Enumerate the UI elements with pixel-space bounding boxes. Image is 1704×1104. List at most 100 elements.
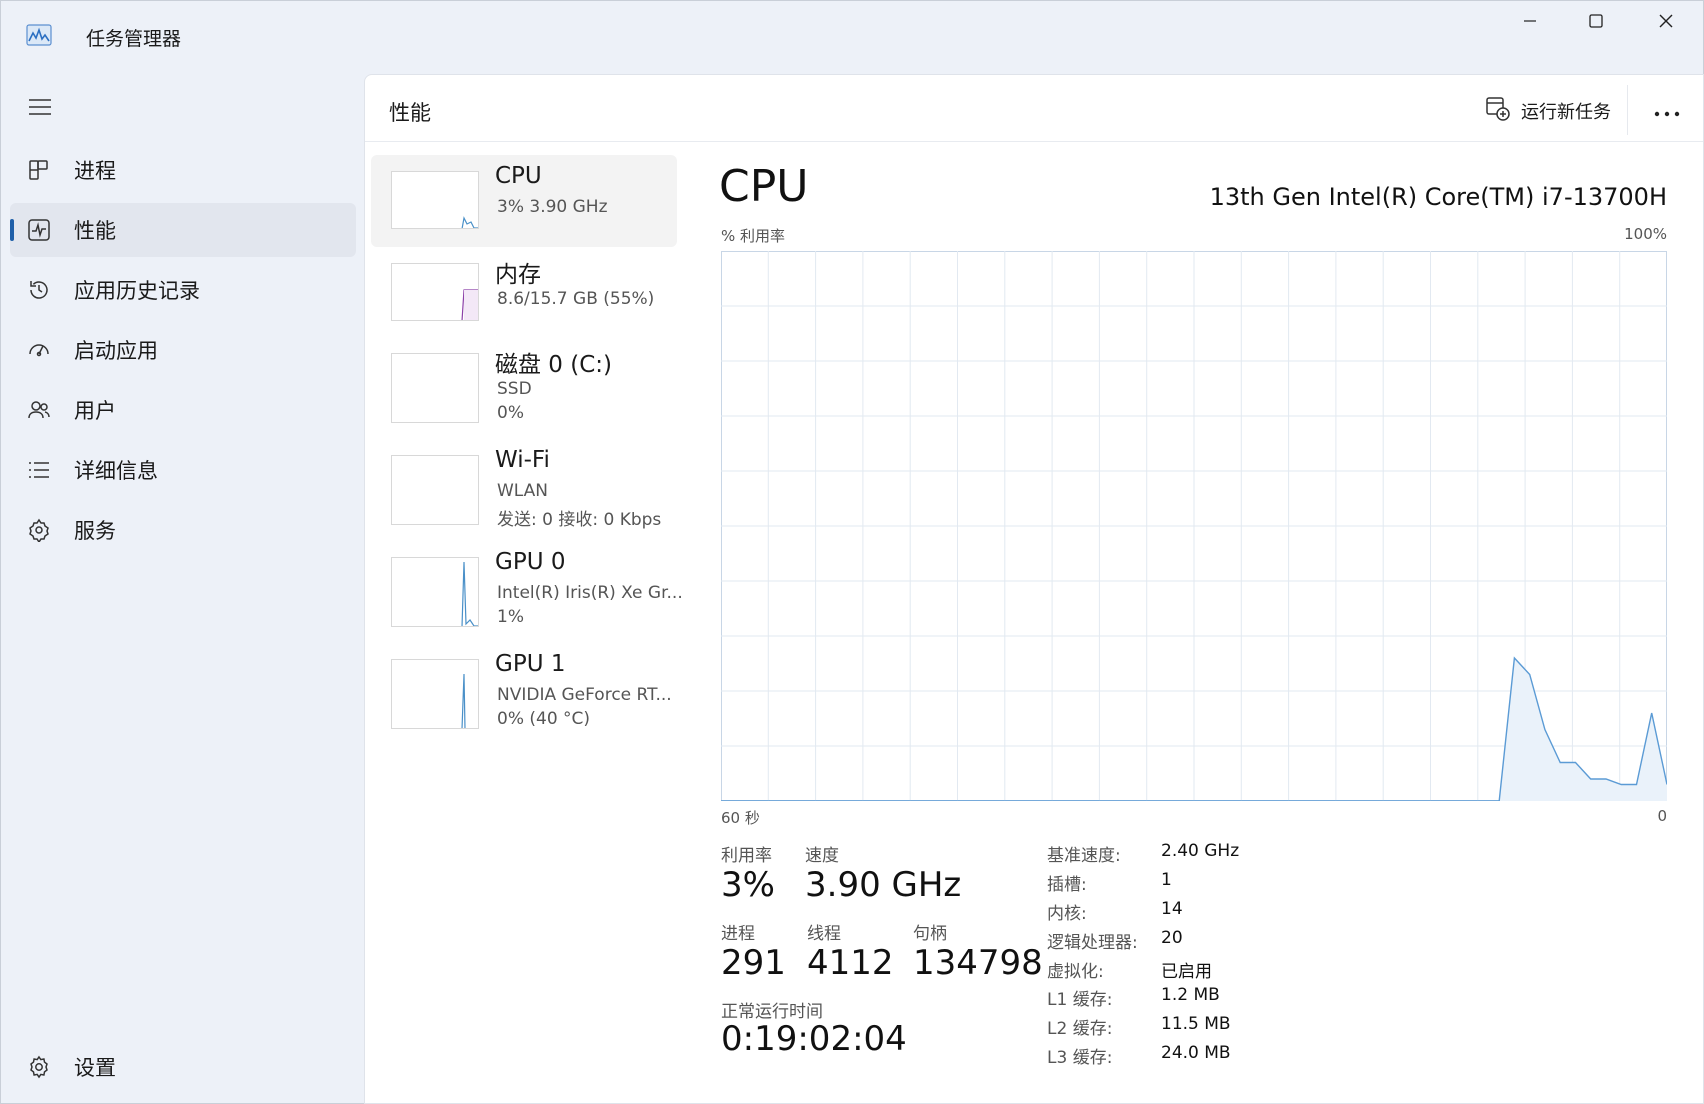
x-axis-right-label: 0 bbox=[1657, 807, 1667, 825]
info-value: 11.5 MB bbox=[1161, 1014, 1231, 1034]
device-title: 磁盘 0 (C:) bbox=[495, 352, 613, 378]
device-cpu[interactable]: CPU 3% 3.90 GHz bbox=[371, 155, 677, 247]
device-disk[interactable]: 磁盘 0 (C:) SSD 0% bbox=[371, 337, 677, 437]
history-icon bbox=[26, 277, 52, 303]
device-subtitle: WLAN bbox=[497, 481, 549, 501]
device-title: 内存 bbox=[495, 262, 541, 288]
info-label: 基准速度: bbox=[1047, 846, 1121, 866]
nav-label-settings: 设置 bbox=[74, 1056, 116, 1080]
info-label: 内核: bbox=[1047, 904, 1087, 924]
device-gpu0[interactable]: GPU 0 Intel(R) Iris(R) Xe Gr... 1% bbox=[371, 541, 683, 641]
close-button[interactable] bbox=[1634, 6, 1698, 40]
header-separator bbox=[365, 141, 1703, 142]
hamburger-menu-button[interactable] bbox=[24, 96, 56, 122]
minimize-icon bbox=[1522, 13, 1538, 33]
device-title: GPU 0 bbox=[495, 549, 566, 575]
device-memory[interactable]: 内存 8.6/15.7 GB (55%) bbox=[371, 247, 677, 339]
nav-item-startup-apps[interactable]: 启动应用 bbox=[10, 323, 356, 377]
run-task-label: 运行新任务 bbox=[1521, 102, 1611, 123]
device-title: GPU 1 bbox=[495, 651, 566, 677]
x-axis-left-label: 60 秒 bbox=[721, 809, 760, 827]
maximize-button[interactable] bbox=[1564, 6, 1628, 40]
uptime-value: 0:19:02:04 bbox=[721, 1019, 907, 1059]
performance-icon bbox=[26, 217, 52, 243]
device-subtitle: Intel(R) Iris(R) Xe Gr... bbox=[497, 583, 683, 603]
task-manager-icon bbox=[26, 24, 52, 46]
hamburger-icon bbox=[28, 97, 52, 121]
info-value: 14 bbox=[1161, 899, 1183, 919]
info-value: 1 bbox=[1161, 870, 1172, 890]
cpu-thumbnail-graph bbox=[391, 171, 479, 229]
device-title: CPU bbox=[495, 163, 542, 189]
nav-item-processes[interactable]: 进程 bbox=[10, 143, 356, 197]
info-label: L1 缓存: bbox=[1047, 990, 1113, 1010]
threads-label: 线程 bbox=[807, 924, 841, 944]
gpu0-thumbnail-graph bbox=[391, 557, 479, 627]
device-subtitle: NVIDIA GeForce RT... bbox=[497, 685, 672, 705]
nav-item-settings[interactable]: 设置 bbox=[10, 1040, 356, 1094]
utilization-label: 利用率 bbox=[721, 846, 772, 866]
users-icon bbox=[26, 397, 52, 423]
wifi-thumbnail-graph bbox=[391, 455, 479, 525]
device-subtitle: 8.6/15.7 GB (55%) bbox=[497, 289, 655, 309]
threads-value: 4112 bbox=[807, 943, 894, 983]
app-title: 任务管理器 bbox=[86, 28, 182, 50]
device-detail: 1% bbox=[497, 607, 524, 627]
cpu-model-name: 13th Gen Intel(R) Core(TM) i7-13700H bbox=[1209, 183, 1667, 211]
performance-panel: 性能 运行新任务 CPU 3% 3.90 GHz 内存 8.6/15.7 GB … bbox=[364, 74, 1704, 1104]
nav-item-services[interactable]: 服务 bbox=[10, 503, 356, 557]
device-subtitle: 3% 3.90 GHz bbox=[497, 197, 608, 217]
info-value: 20 bbox=[1161, 928, 1183, 948]
speed-value: 3.90 GHz bbox=[805, 865, 962, 905]
info-label: 虚拟化: bbox=[1047, 962, 1104, 982]
nav-label-processes: 进程 bbox=[74, 159, 116, 183]
info-label: L2 缓存: bbox=[1047, 1019, 1113, 1039]
device-subtitle: SSD bbox=[497, 379, 532, 399]
page-title: 性能 bbox=[389, 101, 431, 125]
processes-label: 进程 bbox=[721, 924, 755, 944]
nav-item-app-history[interactable]: 应用历史记录 bbox=[10, 263, 356, 317]
header-divider bbox=[1627, 85, 1628, 135]
detail-title: CPU bbox=[719, 161, 809, 212]
more-icon bbox=[1654, 102, 1680, 121]
services-icon bbox=[26, 517, 52, 543]
device-gpu1[interactable]: GPU 1 NVIDIA GeForce RT... 0% (40 °C) bbox=[371, 643, 677, 743]
device-detail: 0% bbox=[497, 403, 524, 423]
device-wifi[interactable]: Wi-Fi WLAN 发送: 0 接收: 0 Kbps bbox=[371, 439, 677, 539]
device-detail: 发送: 0 接收: 0 Kbps bbox=[497, 510, 662, 530]
minimize-button[interactable] bbox=[1498, 6, 1562, 40]
nav-item-details[interactable]: 详细信息 bbox=[10, 443, 356, 497]
handles-value: 134798 bbox=[913, 943, 1043, 983]
info-label: 插槽: bbox=[1047, 875, 1087, 895]
maximize-icon bbox=[1588, 13, 1604, 33]
nav-label-details: 详细信息 bbox=[74, 459, 158, 483]
settings-gear-icon bbox=[26, 1054, 52, 1080]
speed-label: 速度 bbox=[805, 846, 839, 866]
nav-item-performance[interactable]: 性能 bbox=[10, 203, 356, 257]
device-title: Wi-Fi bbox=[495, 447, 550, 473]
y-axis-max: 100% bbox=[1624, 225, 1667, 243]
handles-label: 句柄 bbox=[913, 924, 947, 944]
nav-item-users[interactable]: 用户 bbox=[10, 383, 356, 437]
startup-icon bbox=[26, 337, 52, 363]
processes-icon bbox=[26, 157, 52, 183]
info-label: L3 缓存: bbox=[1047, 1048, 1113, 1068]
y-axis-label: % 利用率 bbox=[721, 227, 786, 245]
memory-thumbnail-graph bbox=[391, 263, 479, 321]
info-value: 1.2 MB bbox=[1161, 985, 1220, 1005]
run-new-task-button[interactable]: 运行新任务 bbox=[1477, 91, 1619, 131]
run-task-icon bbox=[1485, 96, 1511, 127]
gpu1-thumbnail-graph bbox=[391, 659, 479, 729]
nav-label-services: 服务 bbox=[74, 519, 116, 543]
more-options-button[interactable] bbox=[1643, 91, 1691, 131]
utilization-value: 3% bbox=[721, 865, 775, 905]
details-icon bbox=[26, 457, 52, 483]
disk-thumbnail-graph bbox=[391, 353, 479, 423]
info-value: 已启用 bbox=[1161, 962, 1212, 982]
info-label: 逻辑处理器: bbox=[1047, 933, 1138, 953]
device-detail: 0% (40 °C) bbox=[497, 709, 591, 729]
info-value: 24.0 MB bbox=[1161, 1043, 1231, 1063]
nav-label-users: 用户 bbox=[74, 399, 116, 423]
cpu-utilization-chart bbox=[721, 251, 1668, 802]
processes-value: 291 bbox=[721, 943, 786, 983]
